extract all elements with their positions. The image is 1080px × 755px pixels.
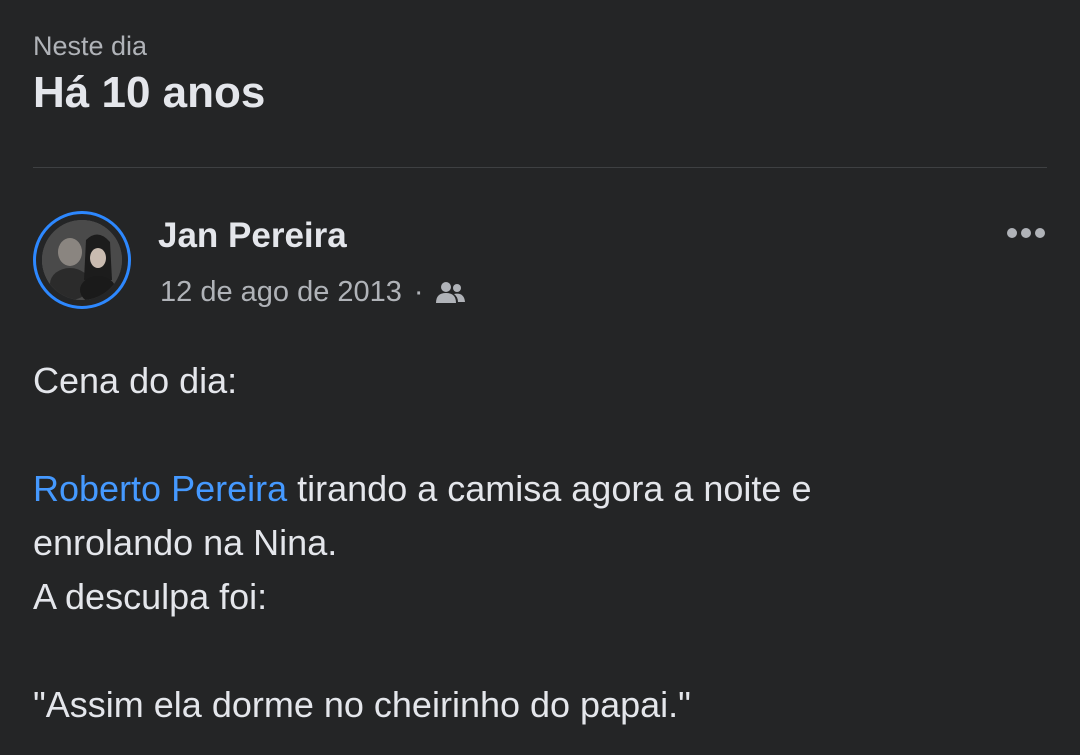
author-name[interactable]: Jan Pereira bbox=[158, 214, 347, 258]
post-text-line: Roberto Pereira tirando a camisa agora a… bbox=[33, 462, 1043, 516]
author-avatar[interactable] bbox=[33, 211, 131, 309]
header-title: Há 10 anos bbox=[33, 68, 266, 117]
more-dot bbox=[1021, 228, 1031, 238]
avatar-photo bbox=[42, 220, 122, 300]
post-meta: 12 de ago de 2013 · bbox=[160, 272, 466, 312]
friends-icon[interactable] bbox=[434, 278, 466, 306]
divider bbox=[33, 167, 1047, 168]
post-text-line: Cena do dia: bbox=[33, 360, 238, 401]
more-options-icon[interactable] bbox=[1001, 218, 1051, 248]
memories-header: Neste dia Há 10 anos bbox=[33, 28, 265, 120]
post-text-fragment: tirando a camisa agora a noite e bbox=[287, 468, 812, 509]
post-text-line: "Assim ela dorme no cheirinho do papai." bbox=[33, 684, 691, 725]
more-dot bbox=[1007, 228, 1017, 238]
post-text-line: enrolando na Nina. bbox=[33, 522, 338, 563]
mention-link[interactable]: Roberto Pereira bbox=[33, 468, 287, 509]
post-text-line: A desculpa foi: bbox=[33, 576, 268, 617]
header-subtitle: Neste dia bbox=[33, 31, 148, 61]
post-body: Cena do dia: Roberto Pereira tirando a c… bbox=[33, 354, 1043, 732]
post-date[interactable]: 12 de ago de 2013 bbox=[160, 272, 402, 312]
avatar-image bbox=[42, 220, 122, 300]
more-dot bbox=[1035, 228, 1045, 238]
meta-separator: · bbox=[413, 276, 424, 308]
